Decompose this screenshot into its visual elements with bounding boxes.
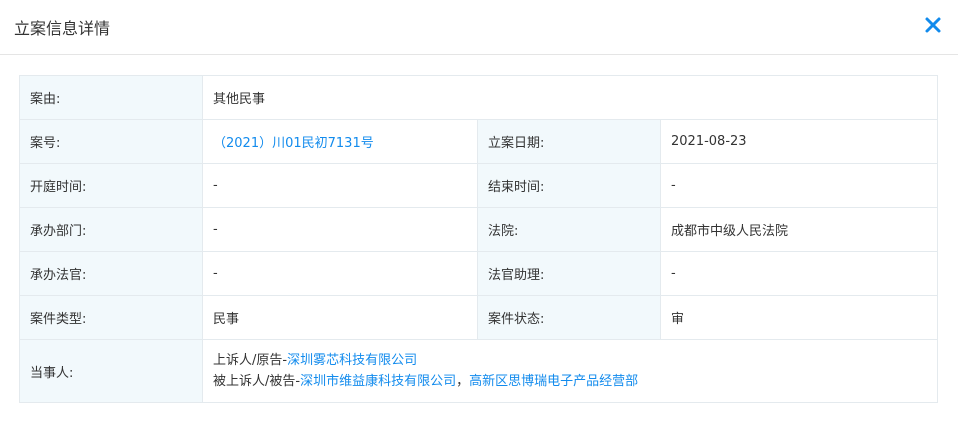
judge-label: 承办法官: [19, 251, 203, 296]
table-row: 案由: 其他民事 [19, 75, 939, 120]
appellee-separator: ， [456, 374, 470, 389]
judge-value: - [202, 251, 478, 296]
filing-date-label: 立案日期: [477, 119, 661, 164]
appellant-role: 上诉人/原告- [213, 353, 288, 368]
parties-label: 当事人: [19, 339, 203, 403]
appellee-line: 被上诉人/被告-深圳市维益康科技有限公司，高新区思博瑞电子产品经营部 [213, 371, 927, 392]
end-time-label: 结束时间: [477, 163, 661, 208]
case-type-label: 案件类型: [19, 295, 203, 340]
case-type-value: 民事 [202, 295, 478, 340]
case-detail-modal: 立案信息详情 案由: 其他民事 案号: （2021）川01民初7131号 立案日… [0, 0, 958, 446]
hearing-time-label: 开庭时间: [19, 163, 203, 208]
appellee-role: 被上诉人/被告- [213, 374, 301, 389]
court-label: 法院: [477, 207, 661, 252]
appellee-link-1[interactable]: 深圳市维益康科技有限公司 [300, 374, 456, 389]
end-time-value: - [659, 163, 939, 208]
table-row: 开庭时间: - 结束时间: - [19, 163, 939, 208]
hearing-time-value: - [202, 163, 478, 208]
table-row: 承办法官: - 法官助理: - [19, 251, 939, 296]
case-info-table: 案由: 其他民事 案号: （2021）川01民初7131号 立案日期: 2021… [19, 75, 939, 403]
close-icon[interactable] [924, 16, 942, 34]
case-status-label: 案件状态: [477, 295, 661, 340]
table-row: 案件类型: 民事 案件状态: 审 [19, 295, 939, 340]
case-no-link[interactable]: （2021）川01民初7131号 [213, 136, 374, 151]
filing-date-value: 2021-08-23 [659, 119, 939, 164]
table-row: 承办部门: - 法院: 成都市中级人民法院 [19, 207, 939, 252]
appellee-link-2[interactable]: 高新区思博瑞电子产品经营部 [469, 374, 638, 389]
court-value: 成都市中级人民法院 [659, 207, 939, 252]
department-label: 承办部门: [19, 207, 203, 252]
modal-body: 案由: 其他民事 案号: （2021）川01民初7131号 立案日期: 2021… [0, 55, 958, 403]
case-no-label: 案号: [19, 119, 203, 164]
cause-label: 案由: [19, 75, 203, 120]
cause-value: 其他民事 [201, 75, 939, 120]
assistant-label: 法官助理: [477, 251, 661, 296]
modal-header: 立案信息详情 [0, 0, 958, 55]
case-no-cell: （2021）川01民初7131号 [202, 119, 478, 164]
parties-value: 上诉人/原告-深圳雾芯科技有限公司 被上诉人/被告-深圳市维益康科技有限公司，高… [201, 339, 939, 403]
appellant-link[interactable]: 深圳雾芯科技有限公司 [287, 353, 417, 368]
case-status-value: 审 [659, 295, 939, 340]
table-row: 案号: （2021）川01民初7131号 立案日期: 2021-08-23 [19, 119, 939, 164]
assistant-value: - [659, 251, 939, 296]
modal-title: 立案信息详情 [14, 19, 111, 38]
appellant-line: 上诉人/原告-深圳雾芯科技有限公司 [213, 350, 927, 371]
table-row: 当事人: 上诉人/原告-深圳雾芯科技有限公司 被上诉人/被告-深圳市维益康科技有… [19, 339, 939, 403]
department-value: - [202, 207, 478, 252]
